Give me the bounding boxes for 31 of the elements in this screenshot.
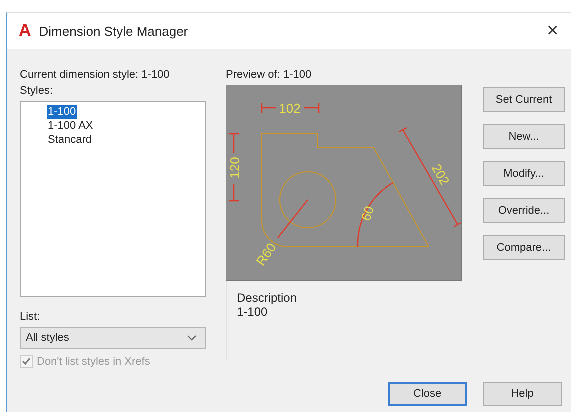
close-button[interactable]: × bbox=[535, 16, 571, 46]
dimension-text: 120 bbox=[228, 157, 242, 179]
dialog-button[interactable]: Help bbox=[483, 382, 562, 406]
dialog-button[interactable]: New... bbox=[483, 124, 565, 149]
style-item[interactable]: 1-100 AX bbox=[47, 119, 94, 133]
list-label: List: bbox=[20, 310, 42, 325]
style-item[interactable]: Stancard bbox=[47, 133, 94, 147]
current-style-label: Current dimension style: 1-100 bbox=[20, 68, 171, 83]
description-label: Description bbox=[237, 291, 298, 305]
preview-label: Preview of: 1-100 bbox=[226, 68, 313, 83]
style-item[interactable]: 1-100 bbox=[47, 105, 78, 119]
leader-line bbox=[278, 200, 308, 238]
dimension-text: 60 bbox=[358, 204, 378, 223]
dimension-text: 202 bbox=[428, 162, 453, 188]
dimension-line bbox=[261, 102, 320, 114]
list-dropdown[interactable]: All styles bbox=[20, 327, 206, 349]
app-logo: A bbox=[19, 21, 32, 41]
styles-list[interactable]: 1-100 1-100 AX Stancard bbox=[20, 101, 206, 297]
checkbox-label: Don't list styles in Xrefs bbox=[37, 356, 150, 368]
dialog-button[interactable]: Compare... bbox=[483, 235, 565, 260]
dialog-button[interactable]: Close bbox=[388, 382, 467, 406]
dialog-button[interactable]: Set Current bbox=[483, 87, 565, 112]
dimension-text: 102 bbox=[279, 101, 301, 116]
styles-label: Styles: bbox=[20, 84, 54, 99]
chevron-icon bbox=[187, 335, 197, 341]
angle-arc bbox=[357, 182, 394, 248]
description-text: 1-100 bbox=[237, 305, 269, 319]
dialog-button[interactable]: Override... bbox=[483, 198, 565, 223]
dialog-button[interactable]: Modify... bbox=[483, 161, 565, 186]
dimension-line bbox=[228, 133, 240, 202]
window-title: Dimension Style Manager bbox=[39, 24, 190, 38]
